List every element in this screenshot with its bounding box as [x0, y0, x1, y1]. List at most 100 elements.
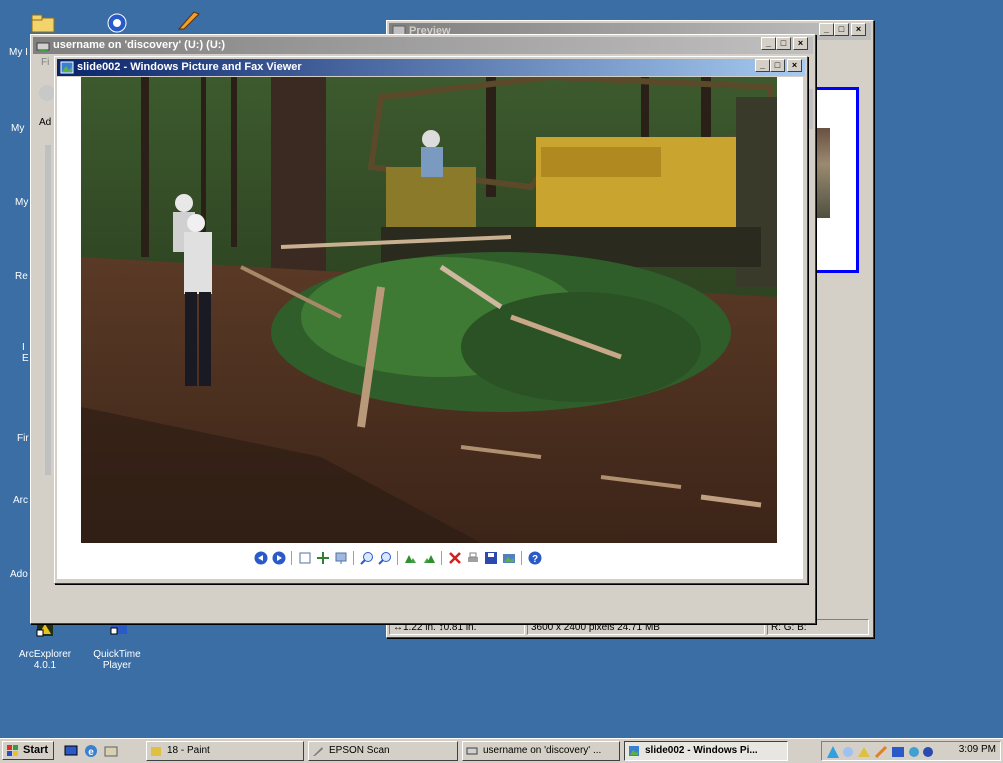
- explorer-title: username on 'discovery' (U:) (U:): [53, 39, 226, 51]
- start-label: Start: [23, 744, 49, 756]
- task-epson-scan[interactable]: EPSON Scan: [308, 741, 458, 761]
- save-icon: [485, 552, 497, 564]
- preview-thumbnail: [816, 128, 830, 218]
- epson-scan-icon: [313, 747, 323, 756]
- desktop-label-firefox[interactable]: Fir: [17, 433, 29, 444]
- best-fit-icon: [299, 552, 311, 564]
- viewer-titlebar[interactable]: slide002 - Windows Picture and Fax Viewe…: [57, 59, 805, 76]
- folder-icon: [31, 14, 55, 33]
- slideshow-button[interactable]: [333, 550, 349, 566]
- quicktime-label: QuickTime Player: [93, 649, 141, 671]
- start-button[interactable]: Start: [2, 741, 54, 760]
- tray-icons: [827, 745, 933, 759]
- taskbar: Start e 18 - Paint EPSON Scan username o…: [0, 738, 1003, 763]
- quicktime-icon: [107, 13, 127, 33]
- arcexplorer-label: ArcExplorer 4.0.1: [18, 649, 72, 671]
- previous-icon: [254, 551, 268, 565]
- rotate-counterclockwise-icon: [424, 555, 435, 563]
- desktop-label-my-network[interactable]: My: [15, 197, 28, 208]
- picture-viewer-icon: [60, 61, 74, 74]
- task-explorer[interactable]: username on 'discovery' ...: [462, 741, 620, 761]
- zoom-out-button[interactable]: [377, 550, 393, 566]
- viewer-minimize-button[interactable]: _: [755, 59, 770, 72]
- desktop-label-my-documents[interactable]: My: [11, 123, 24, 134]
- desktop-label-my-computer[interactable]: My I: [9, 47, 28, 58]
- explorer-left-pane: [45, 145, 51, 475]
- task-paint[interactable]: 18 - Paint: [146, 741, 304, 761]
- viewer-title: slide002 - Windows Picture and Fax Viewe…: [77, 61, 302, 73]
- internet-explorer-icon: e: [85, 745, 97, 758]
- explorer-close-button[interactable]: ×: [793, 37, 808, 50]
- desktop-icon-quicktime-top[interactable]: [104, 12, 130, 34]
- quicklaunch-explorer[interactable]: [104, 744, 118, 758]
- toolbar-separator: [521, 551, 522, 565]
- desktop-label-arcgis[interactable]: Arc: [13, 495, 28, 506]
- rotate-clockwise-icon: [405, 555, 416, 563]
- task-explorer-label: username on 'discovery' ...: [483, 745, 602, 756]
- print-icon: [468, 552, 478, 562]
- desktop-icon-arcexplorer[interactable]: ArcExplorer 4.0.1: [10, 620, 80, 671]
- previous-image-button[interactable]: [253, 550, 269, 566]
- rotate-clockwise-button[interactable]: [403, 550, 419, 566]
- desktop-label-adobe[interactable]: Ado: [10, 569, 28, 580]
- viewer-maximize-button[interactable]: □: [770, 59, 785, 72]
- explorer-icon: [104, 746, 118, 757]
- task-epson-scan-label: EPSON Scan: [329, 745, 390, 756]
- svg-text:?: ?: [532, 554, 538, 565]
- desktop-label-internet-explorer[interactable]: I E: [22, 342, 29, 364]
- best-fit-button[interactable]: [297, 550, 313, 566]
- slide-photo[interactable]: [81, 77, 777, 543]
- desktop-icon-quicktime[interactable]: QuickTime Player: [82, 620, 152, 671]
- explorer-menu-fragment[interactable]: Fi: [41, 57, 49, 68]
- zoom-in-button[interactable]: [359, 550, 375, 566]
- preview-maximize-button[interactable]: □: [834, 23, 849, 36]
- desktop-icon-tool[interactable]: [176, 10, 202, 32]
- network-drive-icon: [36, 42, 50, 52]
- desktop-label-recycle-bin[interactable]: Re: [15, 271, 28, 282]
- actual-size-icon: [317, 552, 329, 564]
- quicklaunch-desktop[interactable]: [64, 744, 78, 758]
- rotate-counterclockwise-button[interactable]: [421, 550, 437, 566]
- delete-icon: [449, 552, 461, 564]
- picture-viewer-icon: [629, 746, 639, 756]
- toolbar-separator: [397, 551, 398, 565]
- toolbar-separator: [353, 551, 354, 565]
- desktop-icon: [64, 745, 78, 756]
- task-picture-viewer-label: slide002 - Windows Pi...: [645, 745, 758, 756]
- print-button[interactable]: [465, 550, 481, 566]
- next-image-button[interactable]: [271, 550, 287, 566]
- viewer-canvas: ?: [57, 77, 803, 579]
- toolbar-separator: [441, 551, 442, 565]
- zoom-out-icon: [378, 552, 391, 565]
- viewer-window[interactable]: slide002 - Windows Picture and Fax Viewe…: [54, 56, 808, 584]
- delete-button[interactable]: [447, 550, 463, 566]
- preview-minimize-button[interactable]: _: [819, 23, 834, 36]
- desktop-icon-documents[interactable]: [30, 12, 56, 34]
- zoom-in-icon: [360, 552, 373, 565]
- viewer-close-button[interactable]: ×: [787, 59, 802, 72]
- help-icon: ?: [528, 551, 542, 565]
- windows-logo-icon: [7, 745, 18, 756]
- edit-icon: [503, 554, 515, 563]
- explorer-address-fragment[interactable]: Ad: [39, 117, 51, 128]
- quicklaunch-ie[interactable]: e: [84, 744, 98, 758]
- preview-close-button[interactable]: ×: [851, 23, 866, 36]
- viewer-toolbar: ?: [253, 550, 633, 566]
- explorer-titlebar[interactable]: username on 'discovery' (U:) (U:): [33, 37, 813, 54]
- task-paint-label: 18 - Paint: [167, 745, 210, 756]
- open-for-editing-button[interactable]: [501, 550, 517, 566]
- task-picture-viewer[interactable]: slide002 - Windows Pi...: [624, 741, 788, 761]
- next-icon: [272, 551, 286, 565]
- help-button[interactable]: ?: [527, 550, 543, 566]
- network-drive-icon: [466, 747, 478, 755]
- clock[interactable]: 3:09 PM: [959, 744, 996, 755]
- system-tray: 3:09 PM: [821, 741, 1001, 761]
- explorer-maximize-button[interactable]: □: [776, 37, 791, 50]
- slideshow-icon: [335, 552, 347, 564]
- paint-icon: [151, 747, 161, 756]
- explorer-minimize-button[interactable]: _: [761, 37, 776, 50]
- actual-size-button[interactable]: [315, 550, 331, 566]
- explorer-back-button[interactable]: [39, 85, 55, 101]
- svg-text:e: e: [88, 747, 94, 758]
- save-button[interactable]: [483, 550, 499, 566]
